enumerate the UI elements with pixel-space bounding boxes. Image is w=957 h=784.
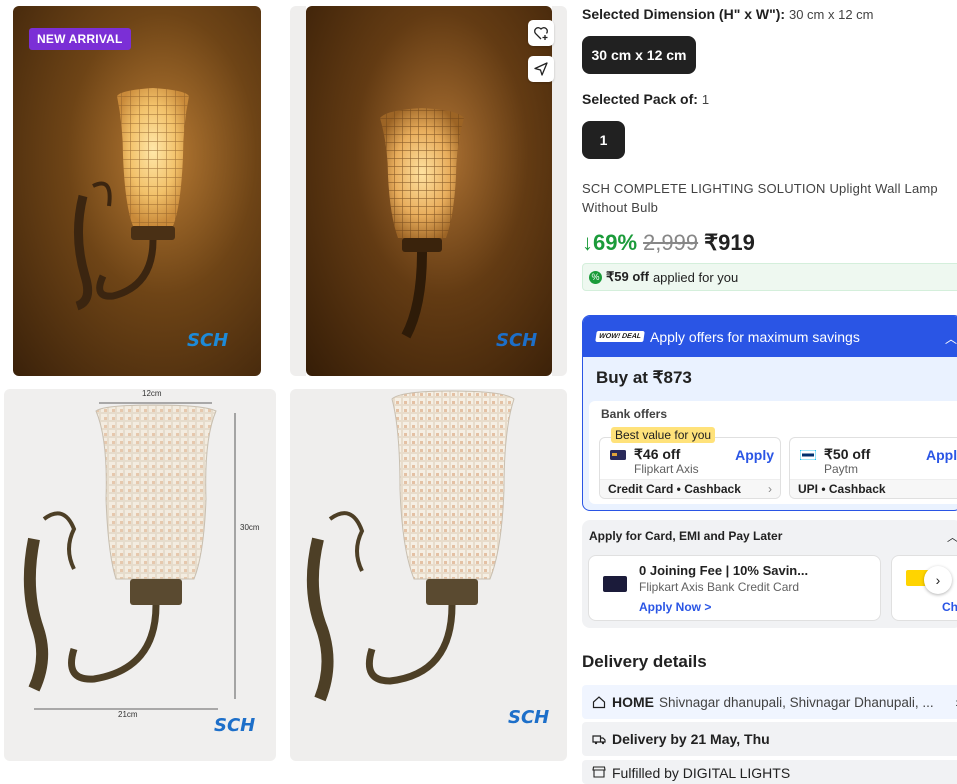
apply-now-link[interactable]: Apply Now > [639,600,711,614]
image-frame-edge [290,6,306,376]
bank-offers-box: Bank offers ₹46 off Flipkart Axis Apply … [589,401,957,504]
pack-value: 1 [701,92,710,107]
brand-logo: SCH [187,330,229,351]
buy-at-price: Buy at ₹873 [596,368,692,387]
apply-offer-button[interactable]: Appl [926,447,957,463]
home-icon [592,696,606,709]
product-image-4[interactable]: SCH [290,389,567,761]
selected-pack: Selected Pack of: 1 [582,91,709,107]
card-emi-section: Apply for Card, EMI and Pay Later ︿ 0 Jo… [582,520,957,628]
emi-card-subtitle: Flipkart Axis Bank Credit Card [639,580,800,594]
applied-discount-banner: % ₹59 off applied for you [582,263,957,291]
best-value-tag: Best value for you [611,427,716,443]
product-image-3[interactable]: 12cm 30cm 21cm SCH [4,389,276,761]
product-title: SCH COMPLETE LIGHTING SOLUTION Uplight W… [582,181,938,215]
emi-card-cta[interactable]: Ch [942,600,957,614]
offers-header[interactable]: WOW! DEAL Apply offers for maximum savin… [583,316,957,357]
apply-offer-button[interactable]: Apply [735,447,774,463]
selected-dimension: Selected Dimension (H" x W"): 30 cm x 12… [582,6,874,22]
carousel-next-button[interactable]: › [924,566,952,594]
share-icon [534,62,548,76]
chevron-right-icon: › [935,572,941,588]
offer-footer-text: UPI • Cashback [798,482,886,496]
offer-bank: Flipkart Axis [634,462,699,476]
bank-offer-card[interactable]: ₹46 off Flipkart Axis Apply Credit Card … [599,437,781,499]
delivery-date-row: Delivery by 21 May, Thu [582,722,957,756]
height-label: 30cm [240,523,260,532]
product-image-gallery: NEW ARRIVAL SCH SCH 12cm 30cm 21cm SCH S… [0,0,572,784]
pack-label: Selected Pack of: [582,91,698,107]
applied-amount: ₹59 off [606,269,649,284]
pack-option-chip[interactable]: 1 [582,121,625,159]
lamp-illustration [306,390,515,702]
wishlist-button[interactable] [528,20,554,46]
offer-footer: Credit Card • Cashback › [600,479,780,498]
brand-logo: SCH [214,715,256,736]
delivery-details-title: Delivery details [582,652,707,671]
offer-footer: UPI • Cashback [790,479,957,498]
fulfilled-text: Fulfilled by DIGITAL LIGHTS [612,765,791,781]
flipkart-axis-card-icon [610,450,626,460]
chevron-up-icon[interactable]: ︿ [947,529,957,545]
depth-label: 21cm [118,710,138,719]
emi-header: Apply for Card, EMI and Pay Later [589,529,783,543]
offer-amount: ₹50 off [824,446,871,462]
lamp-lit-illustration [380,108,464,339]
dimension-label: Selected Dimension (H" x W"): [582,6,786,22]
lamp-dimension-illustration [23,402,236,710]
wow-deal-badge: WOW! DEAL [595,331,645,342]
credit-card-icon [603,576,627,592]
price-row: ↓69% 2,999 ₹919 [582,230,755,256]
dimension-option-chip[interactable]: 30 cm x 12 cm [582,36,696,74]
discount-tag-icon: % [589,270,602,284]
applied-text: applied for you [652,269,739,285]
paytm-icon [800,450,816,460]
emi-card-title: 0 Joining Fee | 10% Savin... [639,563,809,578]
address-text: Shivnagar dhanupali, Shivnagar Dhanupali… [659,694,934,710]
address-type: HOME [612,694,654,710]
bank-offers-label: Bank offers [601,407,668,421]
brand-logo: SCH [508,707,550,728]
chevron-up-icon[interactable]: ︿ [945,330,957,347]
product-image-2[interactable]: SCH [306,6,552,376]
offers-section: WOW! DEAL Apply offers for maximum savin… [582,315,957,511]
bank-offer-card[interactable]: ₹50 off Paytm Appl UPI • Cashback [789,437,957,499]
product-details-panel: Selected Dimension (H" x W"): 30 cm x 12… [582,0,957,784]
offer-bank: Paytm [824,462,859,476]
brand-logo: SCH [496,330,538,351]
share-button[interactable] [528,56,554,82]
lamp-lit-illustration [74,88,189,311]
fulfilled-row: Fulfilled by DIGITAL LIGHTS [582,760,957,784]
delivery-date: Delivery by 21 May, Thu [612,731,770,747]
offer-amount: ₹46 off [634,446,681,462]
offer-footer-text: Credit Card • Cashback [608,482,741,496]
discount-percent: ↓69% [582,230,638,255]
store-icon [592,766,606,778]
dimension-value: 30 cm x 12 cm [788,7,874,22]
truck-icon [592,735,606,745]
chevron-right-icon: › [768,482,772,496]
new-arrival-badge: NEW ARRIVAL [29,28,131,50]
heart-plus-icon [534,27,548,40]
width-label: 12cm [142,389,162,398]
emi-offer-card[interactable]: 0 Joining Fee | 10% Savin... Flipkart Ax… [588,555,881,621]
image-frame-edge [552,6,567,376]
product-image-1[interactable]: NEW ARRIVAL SCH [13,6,261,376]
offers-header-text: Apply offers for maximum savings [650,328,860,345]
mrp-price: 2,999 [643,230,699,255]
final-price: ₹919 [704,230,755,255]
delivery-address-row[interactable]: HOME Shivnagar dhanupali, Shivnagar Dhan… [582,685,957,719]
